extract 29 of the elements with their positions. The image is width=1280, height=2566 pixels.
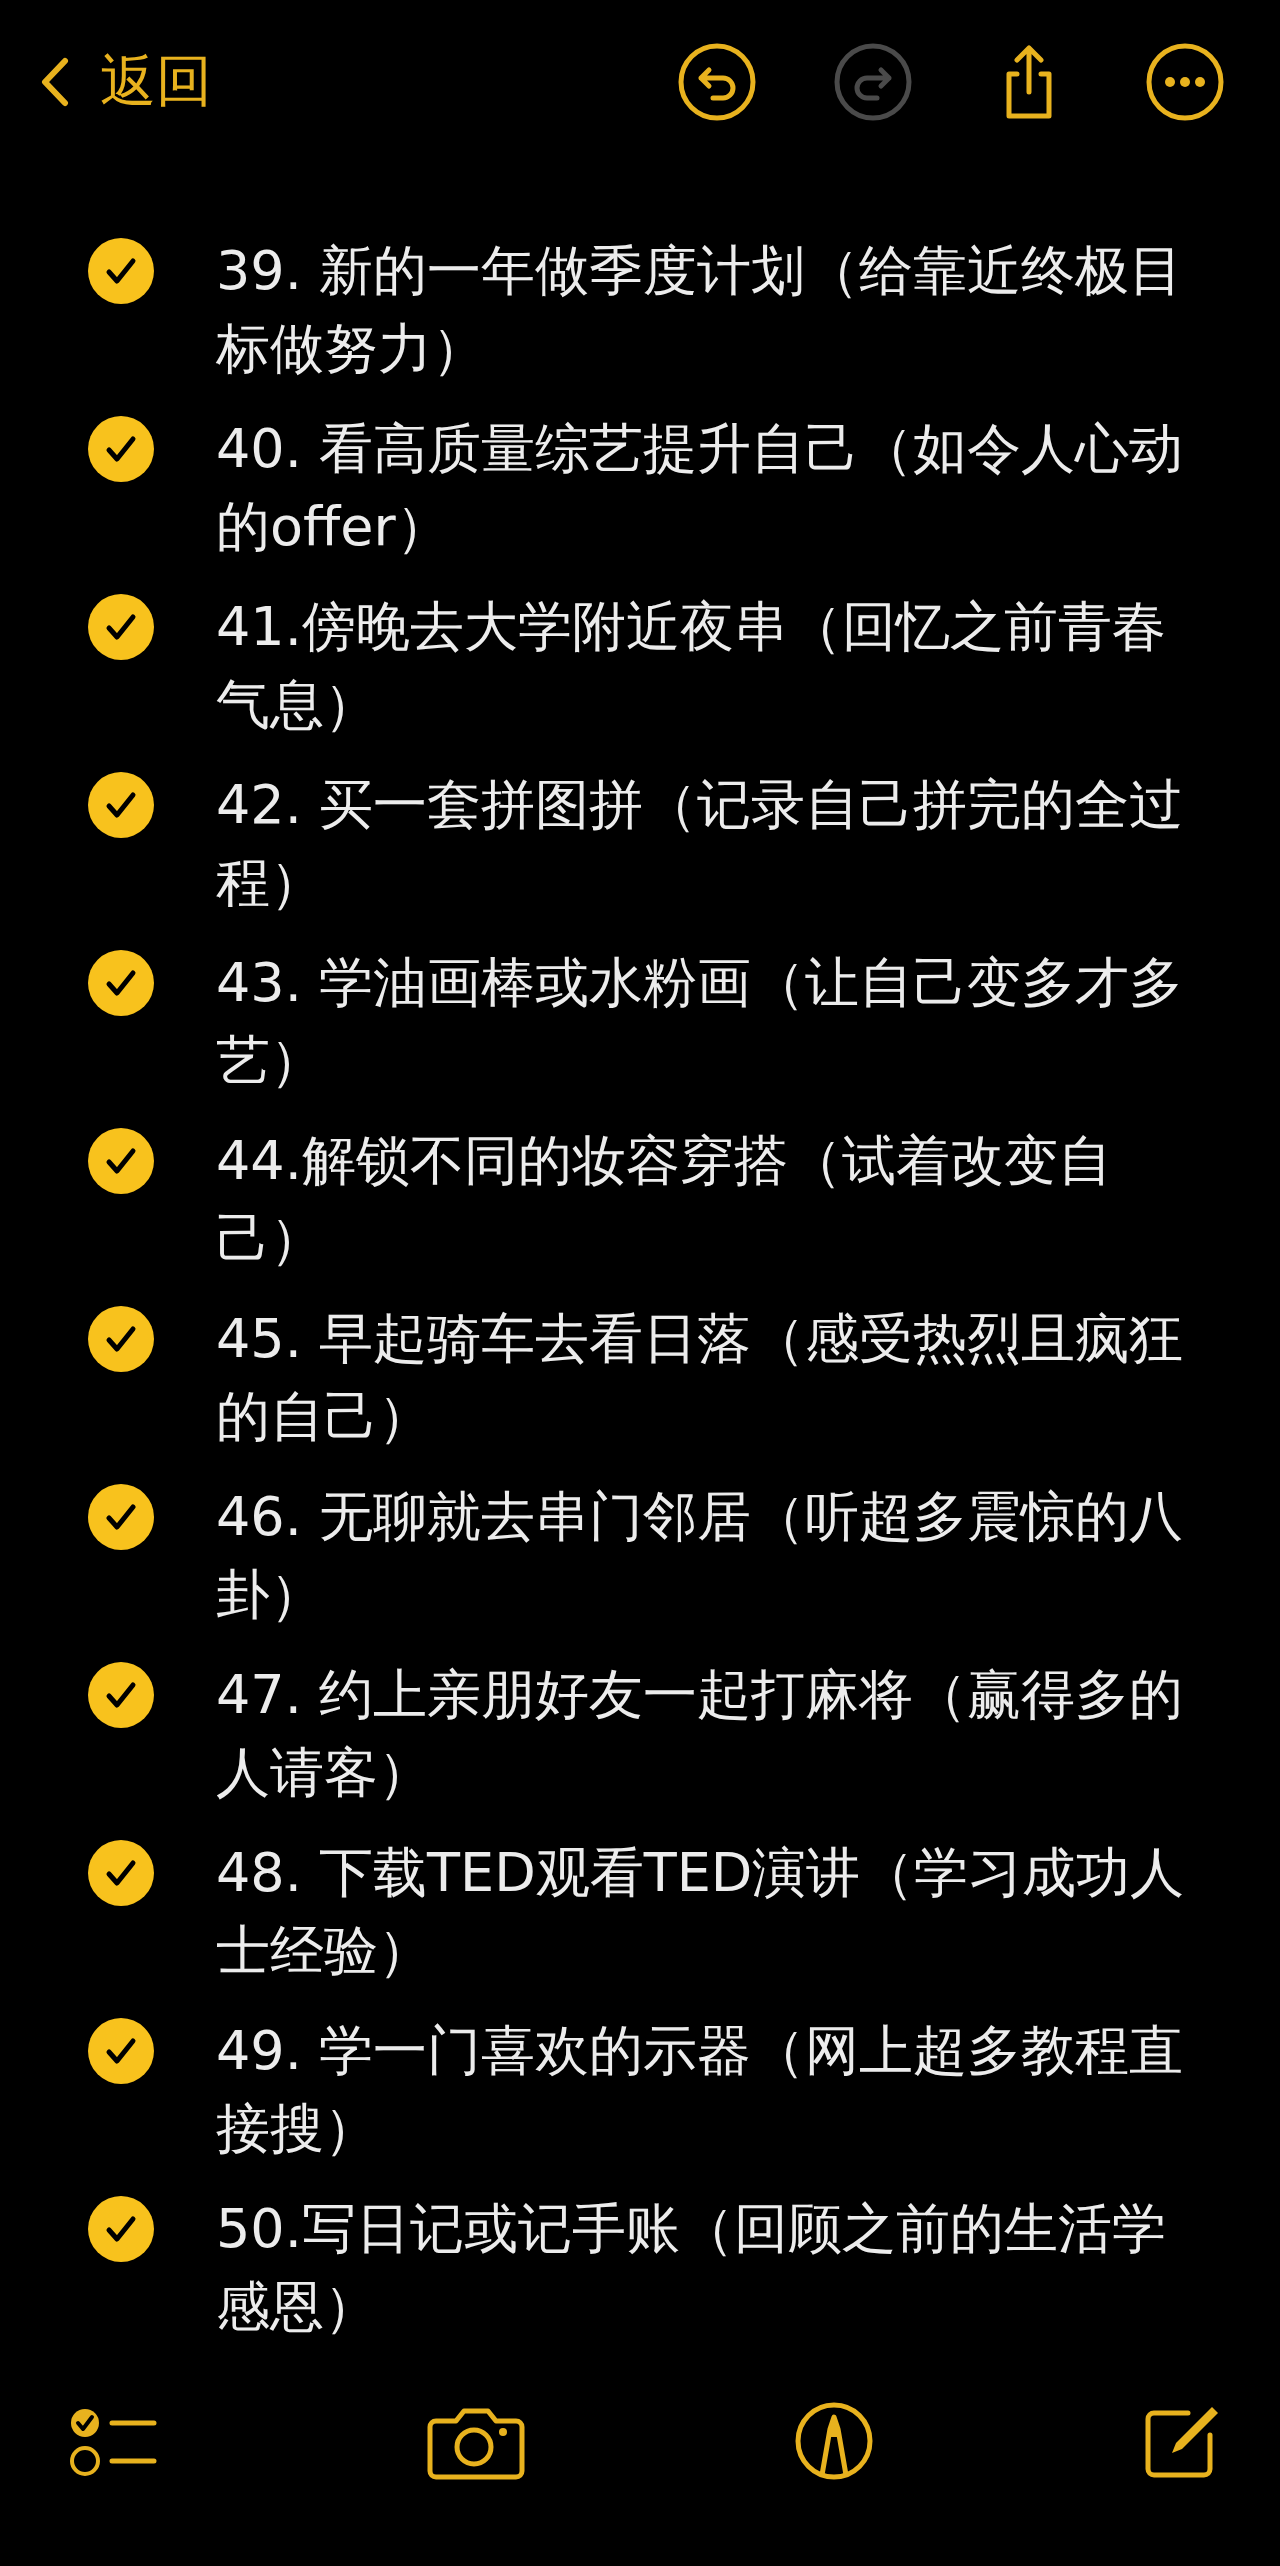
checklist-item-text: 45. 早起骑车去看日落（感受热烈且疯狂的自己） [216,1306,1185,1450]
back-button[interactable]: 返回 [40,44,212,120]
checklist-item-text: 44.解锁不同的妆容穿搭（试着改变自己） [216,1128,1113,1272]
checked-circle-icon[interactable] [88,950,154,1016]
checked-circle-icon[interactable] [88,1662,154,1728]
checklist-item-text: 42. 买一套拼图拼（记录自己拼完的全过程） [216,772,1185,916]
checked-circle-icon[interactable] [88,2018,154,2084]
checklist-item-text: 50.写日记或记手账（回顾之前的生活学感恩） [216,2196,1167,2340]
checked-circle-icon[interactable] [88,772,154,838]
checklist-item-text: 49. 学一门喜欢的示器（网上超多教程直接搜） [216,2018,1185,2162]
checklist-item-text: 39. 新的一年做季度计划（给靠近终极目标做努力） [216,238,1185,382]
chevron-left-icon [40,57,70,107]
checked-circle-icon[interactable] [88,238,154,304]
checklist-item-text: 41.傍晚去大学附近夜串（回忆之前青春气息） [216,594,1167,738]
checklist-item-text: 43. 学油画棒或水粉画（让自己变多才多艺） [216,950,1185,1094]
undo-button[interactable] [677,42,757,122]
checked-circle-icon[interactable] [88,416,154,482]
checked-circle-icon[interactable] [88,594,154,660]
checked-circle-icon[interactable] [88,1840,154,1906]
markup-button[interactable] [794,2401,874,2481]
checked-circle-icon[interactable] [88,1128,154,1194]
checklist-item-text: 40. 看高质量综艺提升自己（如令人心动的offer） [216,416,1185,560]
checklist-item-text: 47. 约上亲朋好友一起打麻将（赢得多的人请客） [216,1662,1185,1806]
checked-circle-icon[interactable] [88,1484,154,1550]
more-button[interactable] [1145,42,1225,122]
checklist-item-text: 46. 无聊就去串门邻居（听超多震惊的八卦） [216,1484,1185,1628]
checklist-item-text: 48. 下载TED观看TED演讲（学习成功人士经验） [216,1840,1186,1984]
checked-circle-icon[interactable] [88,1306,154,1372]
checked-circle-icon[interactable] [88,2196,154,2262]
